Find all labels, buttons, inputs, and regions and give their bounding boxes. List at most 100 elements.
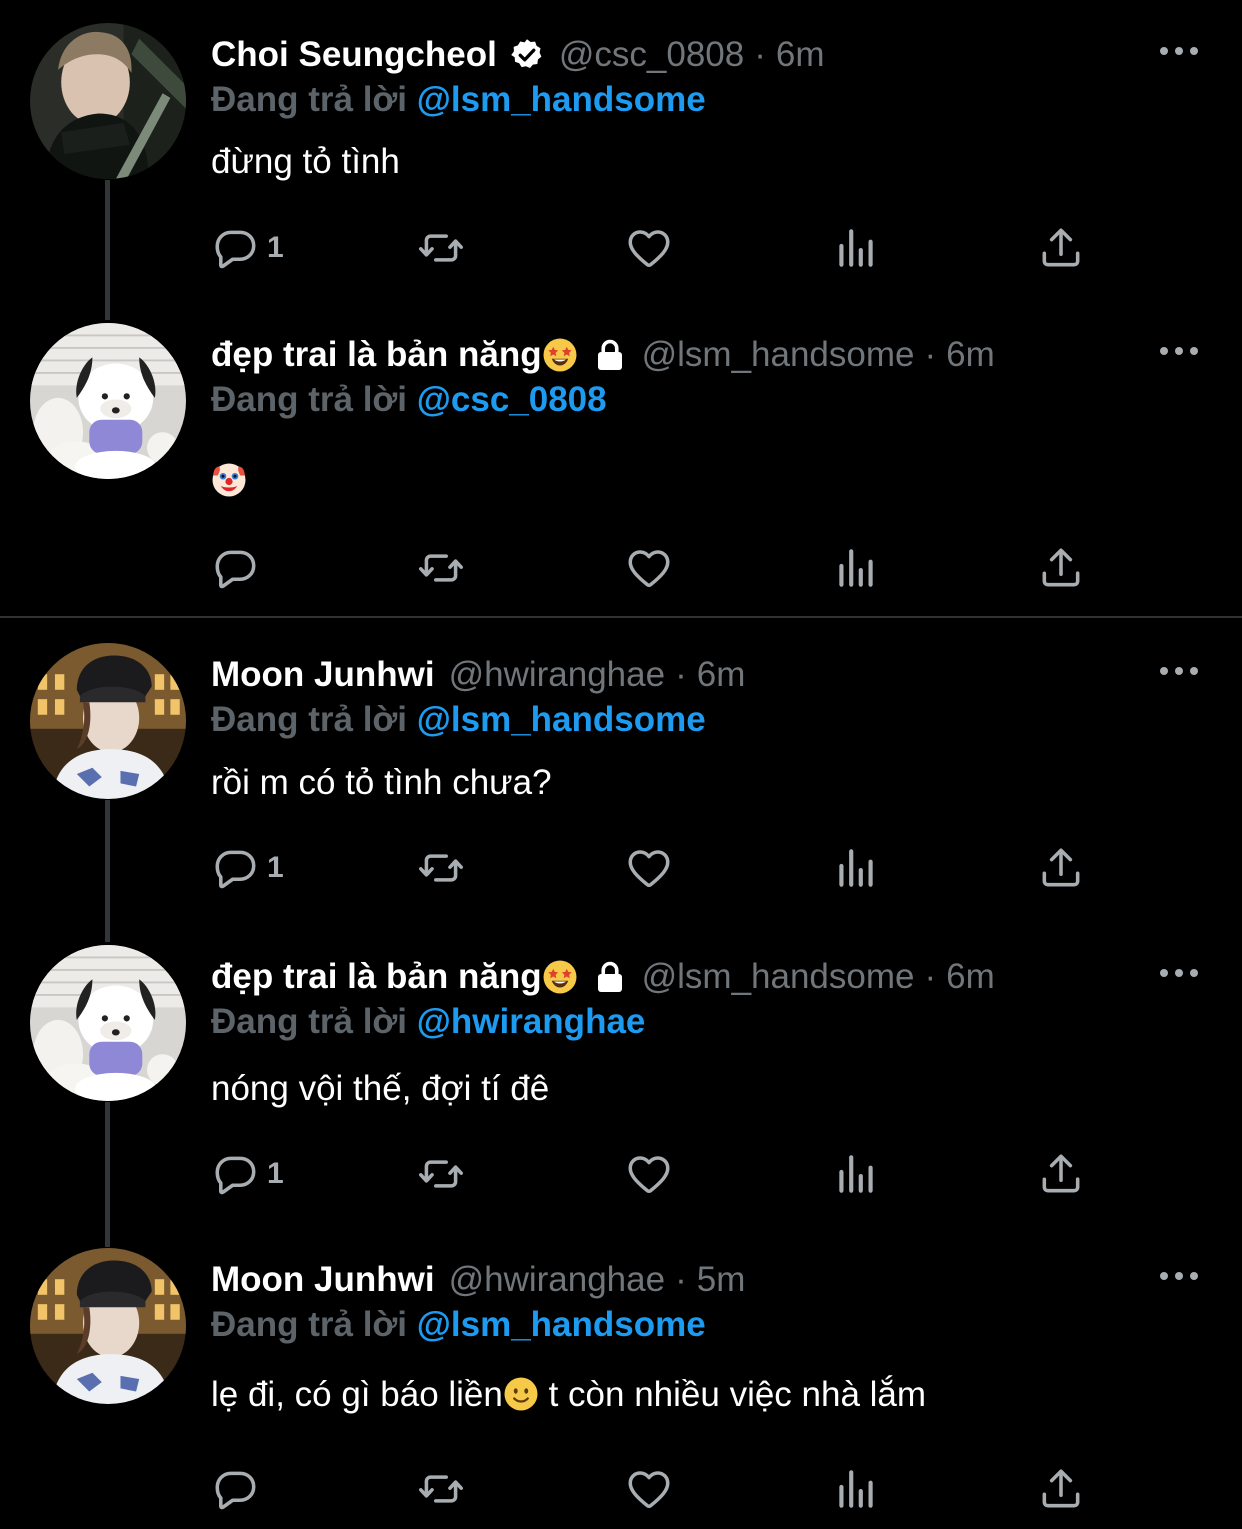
heart-icon: [624, 1149, 674, 1199]
reply-icon: [211, 1464, 261, 1514]
like-button[interactable]: [624, 840, 674, 896]
share-button[interactable]: [1036, 840, 1086, 896]
lock-icon: [592, 337, 628, 373]
thread-connector: [105, 180, 110, 320]
retweet-button[interactable]: [416, 220, 466, 276]
analytics-button[interactable]: [831, 1146, 881, 1202]
reply-button[interactable]: 1: [211, 1146, 284, 1202]
retweet-button[interactable]: [416, 1146, 466, 1202]
display-name[interactable]: đẹp trai là bản năng: [211, 957, 542, 997]
replying-to: Đang trả lời @lsm_handsome: [211, 700, 706, 740]
avatar-moon-junhwi[interactable]: [30, 643, 186, 799]
reply-button[interactable]: [211, 540, 261, 596]
heart-icon: [624, 843, 674, 893]
action-bar: [211, 540, 1091, 596]
timestamp[interactable]: 6m: [776, 35, 825, 75]
avatar-lsm-handsome[interactable]: [30, 945, 186, 1101]
more-options-icon[interactable]: [1158, 966, 1200, 980]
star-struck-emoji-icon: [542, 959, 578, 995]
user-handle[interactable]: @hwiranghae: [449, 1260, 666, 1300]
analytics-button[interactable]: [831, 540, 881, 596]
action-bar: [211, 1461, 1091, 1517]
analytics-button[interactable]: [831, 840, 881, 896]
share-button[interactable]: [1036, 540, 1086, 596]
action-bar: 1: [211, 1146, 1091, 1202]
replying-to-label: Đang trả lời: [211, 80, 408, 119]
heart-icon: [624, 543, 674, 593]
separator-dot: ·: [675, 655, 687, 694]
more-options-icon[interactable]: [1158, 664, 1200, 678]
thread-connector: [105, 1102, 110, 1247]
mention-link[interactable]: @hwiranghae: [417, 1002, 646, 1041]
replying-to-label: Đang trả lời: [211, 1002, 408, 1041]
user-handle[interactable]: @hwiranghae: [449, 655, 666, 695]
stats-icon: [831, 223, 881, 273]
timestamp[interactable]: 6m: [946, 335, 995, 375]
like-button[interactable]: [624, 220, 674, 276]
share-button[interactable]: [1036, 1461, 1086, 1517]
mention-link[interactable]: @lsm_handsome: [417, 700, 706, 739]
mention-link[interactable]: @csc_0808: [417, 380, 607, 419]
tweet-text: rồi m có tỏ tình chưa?: [211, 763, 552, 802]
retweet-button[interactable]: [416, 840, 466, 896]
reply-button[interactable]: [211, 1461, 261, 1517]
timestamp[interactable]: 5m: [697, 1260, 746, 1300]
reply-button[interactable]: 1: [211, 840, 284, 896]
reply-icon: [211, 843, 261, 893]
stats-icon: [831, 1464, 881, 1514]
tweet-text: [211, 458, 247, 498]
more-options-icon[interactable]: [1158, 44, 1200, 58]
retweet-button[interactable]: [416, 1461, 466, 1517]
action-bar: 1: [211, 220, 1091, 276]
tweet-text-part1: lẹ đi, có gì báo liền: [211, 1375, 503, 1414]
user-handle[interactable]: @csc_0808: [559, 35, 744, 75]
tweet-text: lẹ đi, có gì báo liền t còn nhiều việc n…: [211, 1375, 926, 1415]
analytics-button[interactable]: [831, 1461, 881, 1517]
timestamp[interactable]: 6m: [946, 957, 995, 997]
tweet-text: đừng tỏ tình: [211, 142, 400, 181]
like-button[interactable]: [624, 1146, 674, 1202]
tweet-header: Choi Seungcheol @csc_0808 · 6m: [211, 30, 825, 80]
user-handle[interactable]: @lsm_handsome: [642, 957, 915, 997]
display-name[interactable]: Moon Junhwi: [211, 655, 435, 695]
star-struck-emoji-icon: [542, 337, 578, 373]
like-button[interactable]: [624, 540, 674, 596]
stats-icon: [831, 543, 881, 593]
avatar-lsm-handsome[interactable]: [30, 323, 186, 479]
lock-icon: [592, 959, 628, 995]
stats-icon: [831, 843, 881, 893]
tweet-header: đẹp trai là bản năng @lsm_handsome · 6m: [211, 952, 995, 1002]
display-name[interactable]: đẹp trai là bản năng: [211, 335, 542, 375]
verified-badge-icon: [509, 37, 545, 73]
separator-dot: ·: [675, 1260, 687, 1299]
share-button[interactable]: [1036, 1146, 1086, 1202]
reply-button[interactable]: 1: [211, 220, 284, 276]
retweet-button[interactable]: [416, 540, 466, 596]
retweet-icon: [416, 223, 466, 273]
avatar-choi-seungcheol[interactable]: [30, 23, 186, 179]
stats-icon: [831, 1149, 881, 1199]
display-name[interactable]: Choi Seungcheol: [211, 35, 497, 75]
user-handle[interactable]: @lsm_handsome: [642, 335, 915, 375]
avatar-moon-junhwi[interactable]: [30, 1248, 186, 1404]
thread-separator: [0, 616, 1242, 618]
analytics-button[interactable]: [831, 220, 881, 276]
timestamp[interactable]: 6m: [697, 655, 746, 695]
thread-connector: [105, 800, 110, 942]
action-bar: 1: [211, 840, 1091, 896]
separator-dot: ·: [924, 335, 937, 374]
replying-to: Đang trả lời @lsm_handsome: [211, 80, 706, 120]
replying-to: Đang trả lời @hwiranghae: [211, 1002, 645, 1042]
mention-link[interactable]: @lsm_handsome: [417, 1305, 706, 1344]
share-button[interactable]: [1036, 220, 1086, 276]
share-icon: [1036, 543, 1086, 593]
mention-link[interactable]: @lsm_handsome: [417, 80, 706, 119]
reply-count: 1: [267, 851, 284, 884]
more-options-icon[interactable]: [1158, 344, 1200, 358]
like-button[interactable]: [624, 1461, 674, 1517]
display-name[interactable]: Moon Junhwi: [211, 1260, 435, 1300]
clown-face-emoji-icon: [211, 462, 247, 498]
heart-icon: [624, 1464, 674, 1514]
share-icon: [1036, 223, 1086, 273]
more-options-icon[interactable]: [1158, 1269, 1200, 1283]
